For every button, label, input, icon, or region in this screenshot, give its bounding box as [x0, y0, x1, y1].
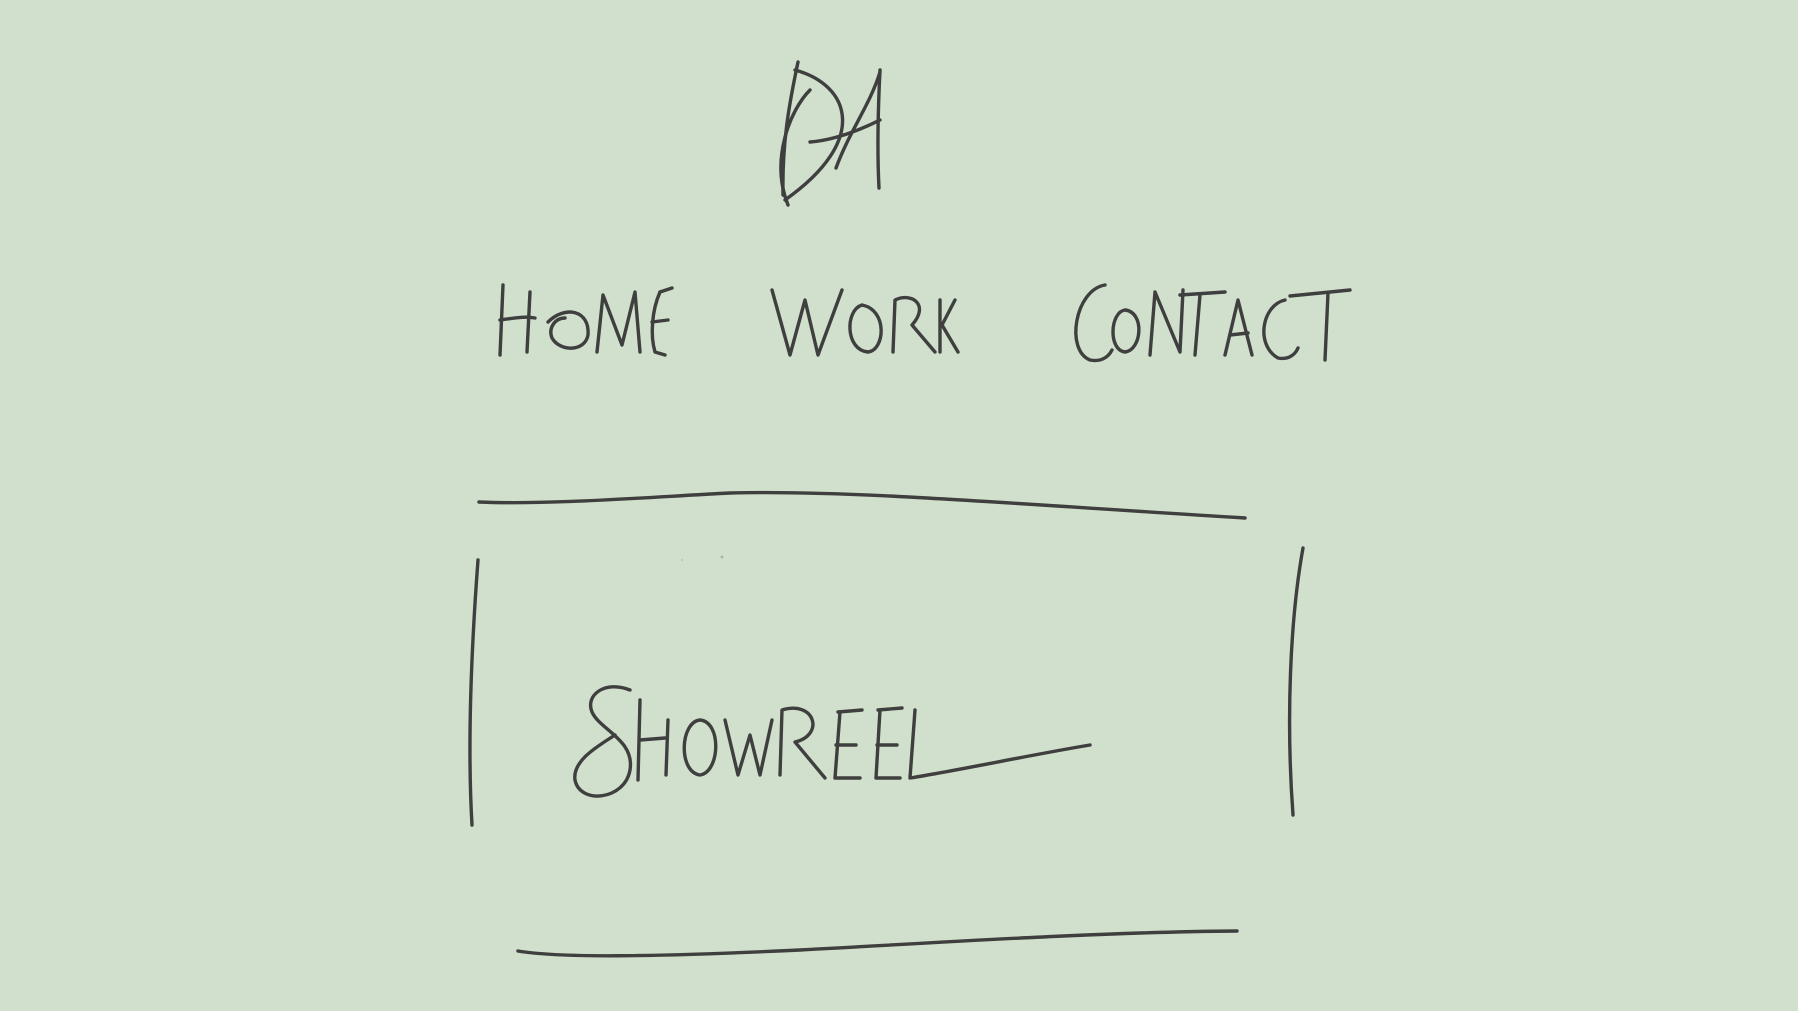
showreel-label: SHOWREEL — [475, 495, 476, 496]
nav-item-work[interactable]: WORK — [762, 275, 967, 370]
nav-item-contact[interactable]: CONTACT — [1060, 275, 1360, 375]
showreel-video-placeholder[interactable]: SHOWREEL — [475, 495, 1305, 955]
wireframe-canvas: DH HOME WORK CONTACT SHOWREEL — [0, 0, 1798, 1011]
nav-item-home-label: HOME — [490, 275, 491, 276]
nav-item-work-label: WORK — [762, 275, 763, 276]
nav-item-home[interactable]: HOME — [490, 275, 680, 370]
nav-item-contact-label: CONTACT — [1060, 275, 1061, 276]
logo-link[interactable]: DH — [770, 55, 895, 210]
logo-text: DH — [770, 55, 771, 56]
